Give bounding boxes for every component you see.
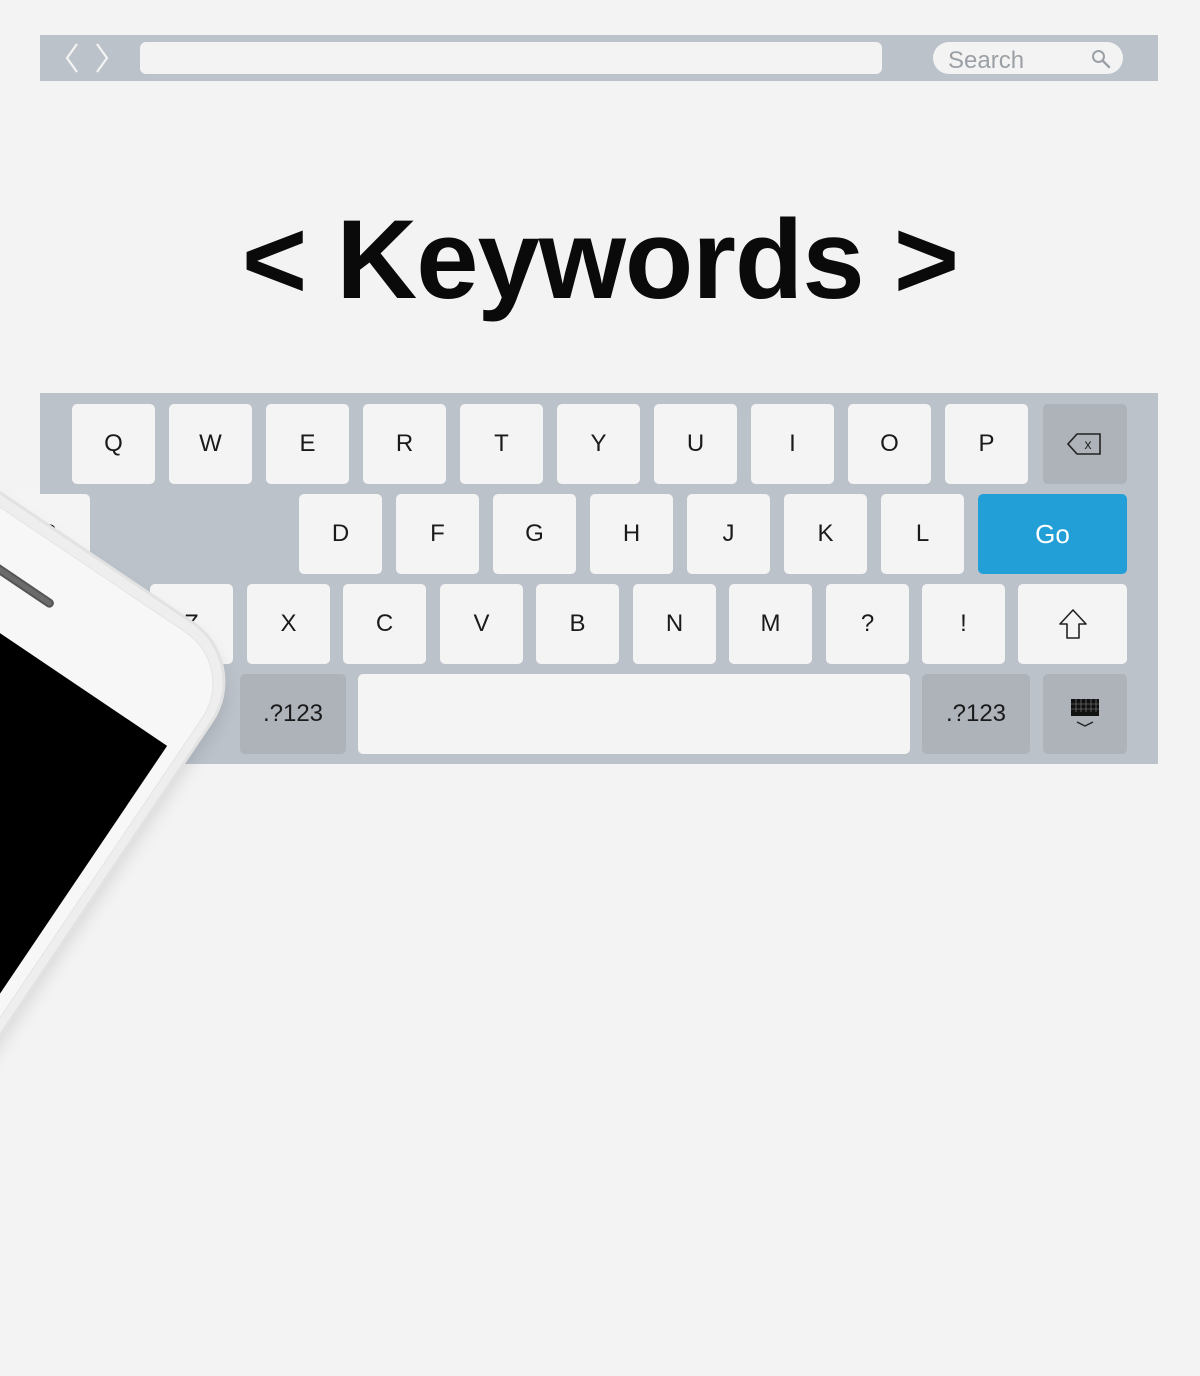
- key-label: Q: [104, 430, 123, 457]
- key-label: R: [395, 430, 414, 457]
- key-label: W: [199, 430, 222, 457]
- url-input[interactable]: [140, 42, 882, 74]
- key-label: X: [280, 610, 297, 637]
- key-label: !: [960, 610, 967, 637]
- space-key[interactable]: [358, 674, 910, 754]
- chevron-left-icon: [65, 43, 78, 73]
- shift-arrow-icon: [1058, 609, 1087, 639]
- key-g[interactable]: G: [493, 494, 576, 574]
- key-p[interactable]: P: [945, 404, 1028, 484]
- key-q[interactable]: Q: [72, 404, 155, 484]
- hide-keyboard-icon: [1071, 699, 1099, 727]
- key-v[interactable]: V: [440, 584, 523, 664]
- backspace-icon: x: [1067, 433, 1101, 455]
- key-exclamation[interactable]: !: [922, 584, 1005, 664]
- hide-keyboard-key[interactable]: [1043, 674, 1127, 754]
- nav-arrows: [64, 41, 110, 75]
- key-label: K: [817, 520, 834, 547]
- key-label: L: [915, 520, 930, 547]
- key-w[interactable]: W: [169, 404, 252, 484]
- key-o[interactable]: O: [848, 404, 931, 484]
- forward-button[interactable]: [94, 41, 110, 75]
- numbers-label-left: .?123: [262, 700, 324, 727]
- key-l[interactable]: L: [881, 494, 964, 574]
- key-i[interactable]: I: [751, 404, 834, 484]
- key-n[interactable]: N: [633, 584, 716, 664]
- shift-key[interactable]: [1018, 584, 1127, 664]
- key-label: O: [880, 430, 899, 457]
- search-placeholder: Search: [948, 47, 1025, 74]
- key-label: D: [331, 520, 350, 547]
- key-label: F: [430, 520, 445, 547]
- key-label: E: [299, 430, 316, 457]
- key-u[interactable]: U: [654, 404, 737, 484]
- key-b[interactable]: B: [536, 584, 619, 664]
- key-x[interactable]: X: [247, 584, 330, 664]
- key-t[interactable]: T: [460, 404, 543, 484]
- search-input[interactable]: Search: [933, 42, 1123, 74]
- numbers-key[interactable]: .?123: [922, 674, 1030, 754]
- key-label: I: [789, 430, 796, 457]
- key-label: G: [525, 520, 544, 547]
- key-e[interactable]: E: [266, 404, 349, 484]
- go-key[interactable]: Go: [978, 494, 1127, 574]
- back-button[interactable]: [64, 41, 80, 75]
- key-f[interactable]: F: [396, 494, 479, 574]
- key-label: ?: [860, 610, 875, 637]
- key-r[interactable]: R: [363, 404, 446, 484]
- key-m[interactable]: M: [729, 584, 812, 664]
- key-label: Y: [590, 430, 607, 457]
- numbers-label: .?123: [945, 700, 1007, 727]
- key-label: H: [622, 520, 641, 547]
- key-d[interactable]: D: [299, 494, 382, 574]
- key-y[interactable]: Y: [557, 404, 640, 484]
- key-label: U: [686, 430, 705, 457]
- key-label: N: [665, 610, 684, 637]
- go-label: Go: [1035, 518, 1070, 549]
- key-label: B: [569, 610, 586, 637]
- key-label: V: [473, 610, 490, 637]
- key-h[interactable]: H: [590, 494, 673, 574]
- key-k[interactable]: K: [784, 494, 867, 574]
- backspace-key[interactable]: x: [1043, 404, 1127, 484]
- key-label: P: [978, 430, 995, 457]
- svg-text:x: x: [1085, 436, 1092, 452]
- key-c[interactable]: C: [343, 584, 426, 664]
- browser-toolbar: Search: [40, 35, 1158, 81]
- key-label: T: [494, 430, 509, 457]
- magnifier-icon: [1091, 49, 1111, 74]
- key-j[interactable]: J: [687, 494, 770, 574]
- keywords-headline: < Keywords >: [241, 197, 959, 322]
- key-label: C: [375, 610, 394, 637]
- numbers-key-left[interactable]: .?123: [240, 674, 346, 754]
- key-question[interactable]: ?: [826, 584, 909, 664]
- chevron-right-icon: [96, 43, 109, 73]
- key-label: M: [760, 610, 781, 637]
- key-label: J: [722, 520, 735, 547]
